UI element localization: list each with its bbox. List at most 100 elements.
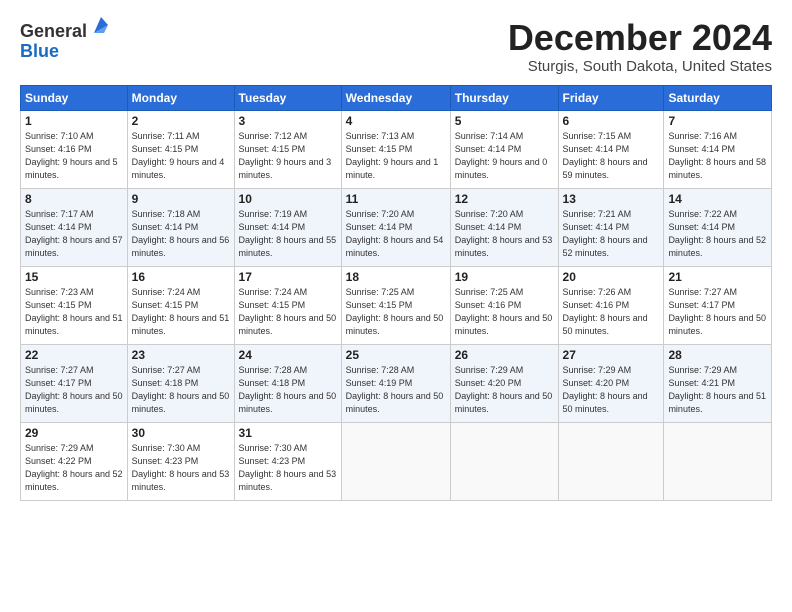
day-header-friday: Friday xyxy=(558,85,664,110)
day-info: Sunrise: 7:19 AMSunset: 4:14 PMDaylight:… xyxy=(239,208,337,260)
calendar-cell: 9 Sunrise: 7:18 AMSunset: 4:14 PMDaylight… xyxy=(127,188,234,266)
day-info: Sunrise: 7:17 AMSunset: 4:14 PMDaylight:… xyxy=(25,208,123,260)
calendar-cell: 3 Sunrise: 7:12 AMSunset: 4:15 PMDaylight… xyxy=(234,110,341,188)
day-header-saturday: Saturday xyxy=(664,85,772,110)
day-info: Sunrise: 7:29 AMSunset: 4:22 PMDaylight:… xyxy=(25,442,123,494)
day-info: Sunrise: 7:25 AMSunset: 4:16 PMDaylight:… xyxy=(455,286,554,338)
day-number: 16 xyxy=(132,270,230,284)
calendar-week-4: 22 Sunrise: 7:27 AMSunset: 4:17 PMDayligh… xyxy=(21,344,772,422)
day-number: 5 xyxy=(455,114,554,128)
day-number: 31 xyxy=(239,426,337,440)
page: General Blue December 2024 Sturgis, Sout… xyxy=(0,0,792,612)
day-info: Sunrise: 7:20 AMSunset: 4:14 PMDaylight:… xyxy=(455,208,554,260)
day-info: Sunrise: 7:20 AMSunset: 4:14 PMDaylight:… xyxy=(346,208,446,260)
day-number: 9 xyxy=(132,192,230,206)
logo: General Blue xyxy=(20,22,112,62)
day-number: 11 xyxy=(346,192,446,206)
calendar-cell: 30 Sunrise: 7:30 AMSunset: 4:23 PMDayligh… xyxy=(127,422,234,500)
calendar-cell: 23 Sunrise: 7:27 AMSunset: 4:18 PMDayligh… xyxy=(127,344,234,422)
day-info: Sunrise: 7:13 AMSunset: 4:15 PMDaylight:… xyxy=(346,130,446,182)
day-number: 2 xyxy=(132,114,230,128)
calendar-cell: 31 Sunrise: 7:30 AMSunset: 4:23 PMDayligh… xyxy=(234,422,341,500)
calendar-cell: 29 Sunrise: 7:29 AMSunset: 4:22 PMDayligh… xyxy=(21,422,128,500)
calendar-cell xyxy=(664,422,772,500)
day-header-thursday: Thursday xyxy=(450,85,558,110)
day-info: Sunrise: 7:29 AMSunset: 4:21 PMDaylight:… xyxy=(668,364,767,416)
calendar-week-1: 1 Sunrise: 7:10 AMSunset: 4:16 PMDaylight… xyxy=(21,110,772,188)
day-header-wednesday: Wednesday xyxy=(341,85,450,110)
calendar-cell: 19 Sunrise: 7:25 AMSunset: 4:16 PMDayligh… xyxy=(450,266,558,344)
calendar-cell: 26Sunrise: 7:29 AMSunset: 4:20 PMDayligh… xyxy=(450,344,558,422)
calendar-week-3: 15 Sunrise: 7:23 AMSunset: 4:15 PMDayligh… xyxy=(21,266,772,344)
calendar-cell: 24Sunrise: 7:28 AMSunset: 4:18 PMDayligh… xyxy=(234,344,341,422)
day-number: 6 xyxy=(563,114,660,128)
day-info: Sunrise: 7:11 AMSunset: 4:15 PMDaylight:… xyxy=(132,130,230,182)
day-number: 29 xyxy=(25,426,123,440)
calendar-cell: 8 Sunrise: 7:17 AMSunset: 4:14 PMDaylight… xyxy=(21,188,128,266)
day-number: 26 xyxy=(455,348,554,362)
day-number: 10 xyxy=(239,192,337,206)
calendar-cell: 18Sunrise: 7:25 AMSunset: 4:15 PMDayligh… xyxy=(341,266,450,344)
calendar-cell: 21Sunrise: 7:27 AMSunset: 4:17 PMDayligh… xyxy=(664,266,772,344)
calendar-cell xyxy=(450,422,558,500)
day-number: 28 xyxy=(668,348,767,362)
day-number: 24 xyxy=(239,348,337,362)
day-number: 15 xyxy=(25,270,123,284)
calendar-cell: 25 Sunrise: 7:28 AMSunset: 4:19 PMDayligh… xyxy=(341,344,450,422)
calendar-cell: 6 Sunrise: 7:15 AMSunset: 4:14 PMDaylight… xyxy=(558,110,664,188)
logo-icon xyxy=(90,15,112,37)
calendar-week-2: 8 Sunrise: 7:17 AMSunset: 4:14 PMDaylight… xyxy=(21,188,772,266)
day-info: Sunrise: 7:16 AMSunset: 4:14 PMDaylight:… xyxy=(668,130,767,182)
calendar-cell: 2 Sunrise: 7:11 AMSunset: 4:15 PMDaylight… xyxy=(127,110,234,188)
calendar-cell: 1 Sunrise: 7:10 AMSunset: 4:16 PMDaylight… xyxy=(21,110,128,188)
logo-blue-text: Blue xyxy=(20,41,59,61)
day-number: 27 xyxy=(563,348,660,362)
calendar-cell: 10 Sunrise: 7:19 AMSunset: 4:14 PMDayligh… xyxy=(234,188,341,266)
day-number: 1 xyxy=(25,114,123,128)
day-number: 19 xyxy=(455,270,554,284)
day-info: Sunrise: 7:23 AMSunset: 4:15 PMDaylight:… xyxy=(25,286,123,338)
day-header-sunday: Sunday xyxy=(21,85,128,110)
day-info: Sunrise: 7:22 AMSunset: 4:14 PMDaylight:… xyxy=(668,208,767,260)
day-info: Sunrise: 7:14 AMSunset: 4:14 PMDaylight:… xyxy=(455,130,554,182)
day-number: 23 xyxy=(132,348,230,362)
day-number: 20 xyxy=(563,270,660,284)
day-number: 8 xyxy=(25,192,123,206)
day-number: 7 xyxy=(668,114,767,128)
day-info: Sunrise: 7:21 AMSunset: 4:14 PMDaylight:… xyxy=(563,208,660,260)
day-info: Sunrise: 7:30 AMSunset: 4:23 PMDaylight:… xyxy=(239,442,337,494)
day-number: 4 xyxy=(346,114,446,128)
calendar-cell: 11 Sunrise: 7:20 AMSunset: 4:14 PMDayligh… xyxy=(341,188,450,266)
day-number: 13 xyxy=(563,192,660,206)
day-info: Sunrise: 7:27 AMSunset: 4:17 PMDaylight:… xyxy=(25,364,123,416)
day-info: Sunrise: 7:18 AMSunset: 4:14 PMDaylight:… xyxy=(132,208,230,260)
day-info: Sunrise: 7:12 AMSunset: 4:15 PMDaylight:… xyxy=(239,130,337,182)
day-number: 3 xyxy=(239,114,337,128)
day-info: Sunrise: 7:28 AMSunset: 4:19 PMDaylight:… xyxy=(346,364,446,416)
day-info: Sunrise: 7:25 AMSunset: 4:15 PMDaylight:… xyxy=(346,286,446,338)
calendar-cell: 20Sunrise: 7:26 AMSunset: 4:16 PMDayligh… xyxy=(558,266,664,344)
logo-general-text: General xyxy=(20,21,87,41)
day-number: 14 xyxy=(668,192,767,206)
calendar-cell: 15 Sunrise: 7:23 AMSunset: 4:15 PMDayligh… xyxy=(21,266,128,344)
month-title: December 2024 xyxy=(508,18,772,58)
day-number: 30 xyxy=(132,426,230,440)
calendar-cell xyxy=(341,422,450,500)
calendar-cell: 28 Sunrise: 7:29 AMSunset: 4:21 PMDayligh… xyxy=(664,344,772,422)
day-info: Sunrise: 7:24 AMSunset: 4:15 PMDaylight:… xyxy=(132,286,230,338)
calendar-cell: 5 Sunrise: 7:14 AMSunset: 4:14 PMDaylight… xyxy=(450,110,558,188)
calendar-cell xyxy=(558,422,664,500)
day-number: 17 xyxy=(239,270,337,284)
day-info: Sunrise: 7:10 AMSunset: 4:16 PMDaylight:… xyxy=(25,130,123,182)
calendar-cell: 16 Sunrise: 7:24 AMSunset: 4:15 PMDayligh… xyxy=(127,266,234,344)
day-number: 25 xyxy=(346,348,446,362)
day-number: 22 xyxy=(25,348,123,362)
calendar-cell: 4 Sunrise: 7:13 AMSunset: 4:15 PMDaylight… xyxy=(341,110,450,188)
day-info: Sunrise: 7:27 AMSunset: 4:18 PMDaylight:… xyxy=(132,364,230,416)
title-block: December 2024 Sturgis, South Dakota, Uni… xyxy=(508,18,772,75)
day-info: Sunrise: 7:15 AMSunset: 4:14 PMDaylight:… xyxy=(563,130,660,182)
day-info: Sunrise: 7:30 AMSunset: 4:23 PMDaylight:… xyxy=(132,442,230,494)
calendar-cell: 27Sunrise: 7:29 AMSunset: 4:20 PMDayligh… xyxy=(558,344,664,422)
calendar-cell: 13 Sunrise: 7:21 AMSunset: 4:14 PMDayligh… xyxy=(558,188,664,266)
day-header-tuesday: Tuesday xyxy=(234,85,341,110)
